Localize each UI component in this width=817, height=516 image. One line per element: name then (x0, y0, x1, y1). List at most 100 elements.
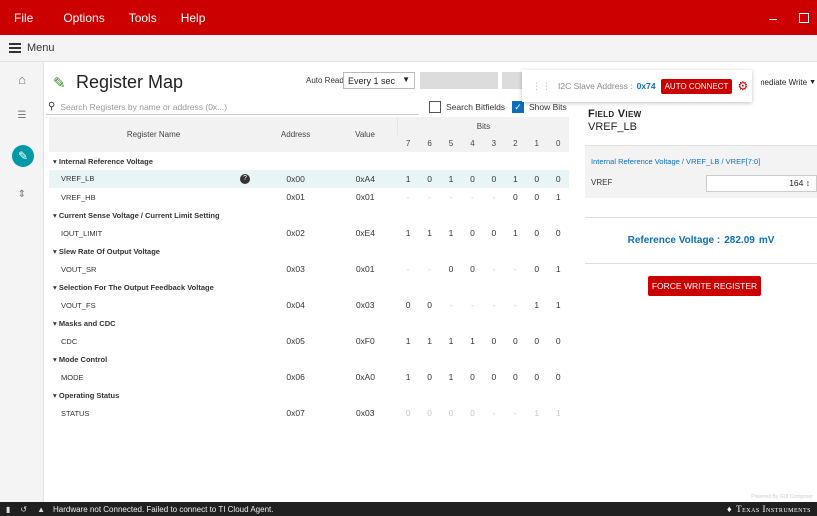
bit-cell[interactable]: 1 (504, 170, 527, 188)
bit-cell[interactable]: 1 (440, 332, 461, 350)
bit-cell[interactable]: 0 (526, 188, 547, 206)
bit-cell[interactable]: 0 (505, 188, 526, 206)
bit-cell[interactable]: 1 (505, 224, 526, 242)
register-value[interactable]: 0x03 (333, 296, 397, 314)
bit-cell[interactable]: 0 (462, 368, 483, 386)
i2c-address-value[interactable]: 0x74 (637, 81, 656, 91)
register-group[interactable]: ▾ Current Sense Voltage / Current Limit … (49, 206, 569, 224)
bit-cell[interactable]: 1 (419, 224, 440, 242)
register-value[interactable]: 0xA0 (333, 368, 397, 386)
chevron-up-icon[interactable]: ▲ (37, 505, 45, 514)
register-row[interactable]: VOUT_SR 0x03 0x01- -0 0- -0 1 (49, 260, 569, 278)
register-value[interactable]: 0xE4 (333, 224, 397, 242)
bit-cell[interactable]: 0 (462, 224, 483, 242)
register-row[interactable]: IOUT_LIMIT 0x02 0xE4 1 1 1 0 0 1 0 0 (49, 224, 569, 242)
collapse-icon[interactable]: ⇕ (13, 185, 31, 203)
menu-file[interactable]: File (0, 11, 51, 25)
menu-options[interactable]: Options (51, 11, 116, 25)
sliders-icon[interactable]: ☰ (13, 106, 31, 124)
menu-tools[interactable]: Tools (117, 11, 169, 25)
home-icon[interactable]: ⌂ (13, 70, 31, 88)
register-group[interactable]: ▾ Selection For The Output Feedback Volt… (49, 278, 569, 296)
bit-cell[interactable]: 0 (397, 296, 418, 314)
bit-cell[interactable]: 0 (483, 332, 504, 350)
auto-read-select[interactable]: Every 1 sec ▼ (343, 72, 415, 89)
bit-cell[interactable]: 0 (419, 296, 440, 314)
bit-cell[interactable]: 0 (526, 332, 547, 350)
register-row[interactable]: STATUS 0x07 0x03 0 0 0 0 - - 1 1 (49, 404, 569, 422)
bit-cell[interactable]: 0 (505, 368, 526, 386)
col-register-name[interactable]: Register Name (49, 117, 259, 152)
drag-handle-icon[interactable]: ⋮⋮ (532, 81, 552, 92)
read-all-button[interactable] (502, 72, 522, 89)
register-group[interactable]: ▾ Slew Rate Of Output Voltage (49, 242, 569, 260)
col-address[interactable]: Address (258, 117, 334, 152)
bit-cell[interactable]: 0 (462, 260, 483, 278)
bit-cell[interactable]: 1 (397, 368, 418, 386)
bit-cell[interactable]: 0 (483, 368, 504, 386)
bit-cell[interactable]: 1 (397, 224, 418, 242)
auto-connect-button[interactable]: AUTO CONNECT (660, 78, 733, 94)
bit-cell[interactable]: 0 (526, 260, 547, 278)
bit-cell[interactable]: 0 (526, 368, 547, 386)
hardware-icon[interactable]: ▮ (6, 505, 10, 514)
register-row[interactable]: VREF_LB? 0x00 0xA4 1 0 1 0 0 1 0 0 (49, 170, 569, 188)
bit-cell[interactable]: 0 (419, 368, 440, 386)
bit-cell[interactable]: 0 (526, 170, 548, 188)
bit-cell[interactable]: 1 (548, 260, 570, 278)
bit-cell[interactable]: 0 (440, 260, 461, 278)
bit-cell[interactable]: 1 (548, 296, 570, 314)
bit-cell[interactable]: 0 (548, 332, 570, 350)
register-group[interactable]: ▾ Mode Control (49, 350, 569, 368)
register-row[interactable]: MODE 0x06 0xA0 1 0 1 0 0 0 0 0 (49, 368, 569, 386)
bit-cell[interactable]: 0 (483, 170, 505, 188)
register-value[interactable]: 0xA4 (333, 170, 398, 188)
help-icon[interactable]: ? (240, 174, 251, 184)
register-value[interactable]: 0xF0 (333, 332, 397, 350)
register-row[interactable]: VREF_HB 0x01 0x01- - - - -0 0 1 (49, 188, 569, 206)
search-bitfields-checkbox[interactable] (429, 101, 441, 113)
register-value[interactable]: 0x01 (333, 188, 397, 206)
maximize-icon[interactable] (799, 10, 809, 26)
bit-cell[interactable]: 0 (548, 368, 570, 386)
bit-cell[interactable]: 0 (483, 224, 504, 242)
bit-cell[interactable]: 0 (505, 332, 526, 350)
register-value[interactable]: 0x01 (333, 260, 397, 278)
menu-help[interactable]: Help (169, 11, 218, 25)
field-value-input[interactable]: 164 ↕ (706, 175, 817, 192)
bit-cell[interactable]: 0 (526, 224, 547, 242)
bit-cell[interactable]: 1 (440, 224, 461, 242)
hamburger-icon[interactable] (9, 43, 21, 53)
bit-cell[interactable]: 1 (440, 368, 461, 386)
force-write-register-button[interactable]: FORCE WRITE REGISTER (648, 276, 761, 296)
search-input[interactable]: ⚲ Search Registers by name or address (0… (46, 99, 419, 115)
register-group[interactable]: ▾ Masks and CDC (49, 314, 569, 332)
minimize-icon[interactable]: – (769, 10, 777, 26)
register-group[interactable]: ▾ Operating Status (49, 386, 569, 404)
bit-cell[interactable]: 1 (462, 332, 483, 350)
bit-cell[interactable]: 1 (419, 332, 440, 350)
register-map-icon[interactable]: ✎ (12, 145, 34, 167)
bit-cell[interactable]: 1 (397, 170, 419, 188)
bit-header: 6 (418, 135, 441, 152)
bit-cell[interactable]: 0 (548, 224, 570, 242)
spinner-icon[interactable]: ↕ (806, 178, 810, 188)
show-bits-checkbox[interactable]: ✓ (512, 101, 524, 113)
menu-label[interactable]: Menu (27, 42, 55, 54)
bit-cell[interactable]: 0 (461, 170, 484, 188)
register-value[interactable]: 0x03 (333, 404, 397, 422)
register-row[interactable]: VOUT_FS 0x04 0x03 0 0- - - -1 1 (49, 296, 569, 314)
connection-icon[interactable]: ↺ (20, 505, 27, 514)
read-register-button[interactable] (420, 72, 498, 89)
bit-cell[interactable]: 0 (418, 170, 441, 188)
bit-cell[interactable]: 1 (526, 296, 547, 314)
register-row[interactable]: CDC 0x05 0xF0 1 1 1 1 0 0 0 0 (49, 332, 569, 350)
bit-cell[interactable]: 1 (548, 188, 570, 206)
bit-cell[interactable]: 0 (547, 170, 569, 188)
write-mode-select[interactable]: Immediate Write ▼ (761, 74, 817, 90)
bit-cell[interactable]: 1 (397, 332, 418, 350)
register-group[interactable]: ▾ Internal Reference Voltage (49, 152, 569, 170)
col-value[interactable]: Value (333, 117, 398, 152)
gear-icon[interactable]: ⚙ (737, 79, 748, 93)
bit-cell[interactable]: 1 (440, 170, 462, 188)
